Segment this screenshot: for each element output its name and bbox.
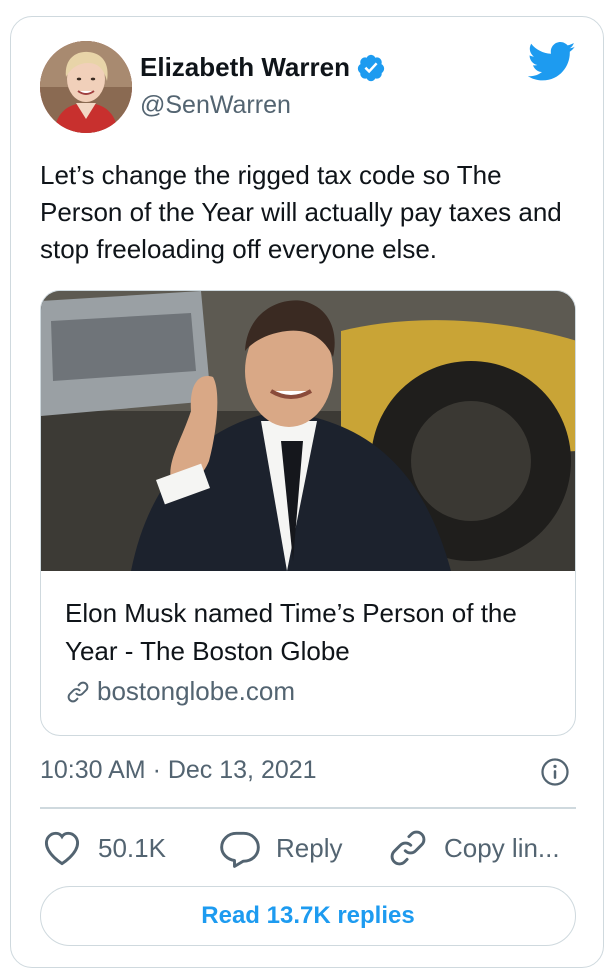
link-card[interactable]: Elon Musk named Time’s Person of the Yea… [40,290,576,736]
divider [40,807,576,809]
link-card-domain-row[interactable]: bostonglobe.com [65,676,295,707]
author-name[interactable]: Elizabeth Warren [140,52,350,83]
link-card-domain: bostonglobe.com [97,676,296,706]
avatar[interactable] [40,41,132,133]
copy-link-label: Copy lin... [444,832,560,863]
author-handle[interactable]: @SenWarren [140,91,291,120]
reply-button[interactable]: Reply [218,826,342,870]
tweet-timestamp[interactable]: 10:30 AM · Dec 13, 2021 [40,756,317,785]
verified-badge-icon [357,54,385,81]
tweet-text: Let’s change the rigged tax code so The … [40,160,562,264]
like-count: 50.1K [98,832,166,863]
copy-link-icon [390,830,426,866]
twitter-bird-icon[interactable] [528,42,576,82]
avatar-photo [40,41,132,133]
info-icon[interactable] [540,757,570,787]
reply-bubble-icon [220,831,260,868]
link-card-title[interactable]: Elon Musk named Time’s Person of the Yea… [65,594,555,670]
copy-link-button[interactable]: Copy lin... [386,826,560,870]
reply-label: Reply [276,832,343,863]
read-replies-button[interactable]: Read 13.7K replies [40,886,576,946]
like-button[interactable]: 50.1K [40,826,166,870]
article-photo [41,291,575,571]
heart-icon [44,831,80,866]
author-name-row[interactable]: Elizabeth Warren [140,52,386,83]
link-icon [67,681,89,702]
